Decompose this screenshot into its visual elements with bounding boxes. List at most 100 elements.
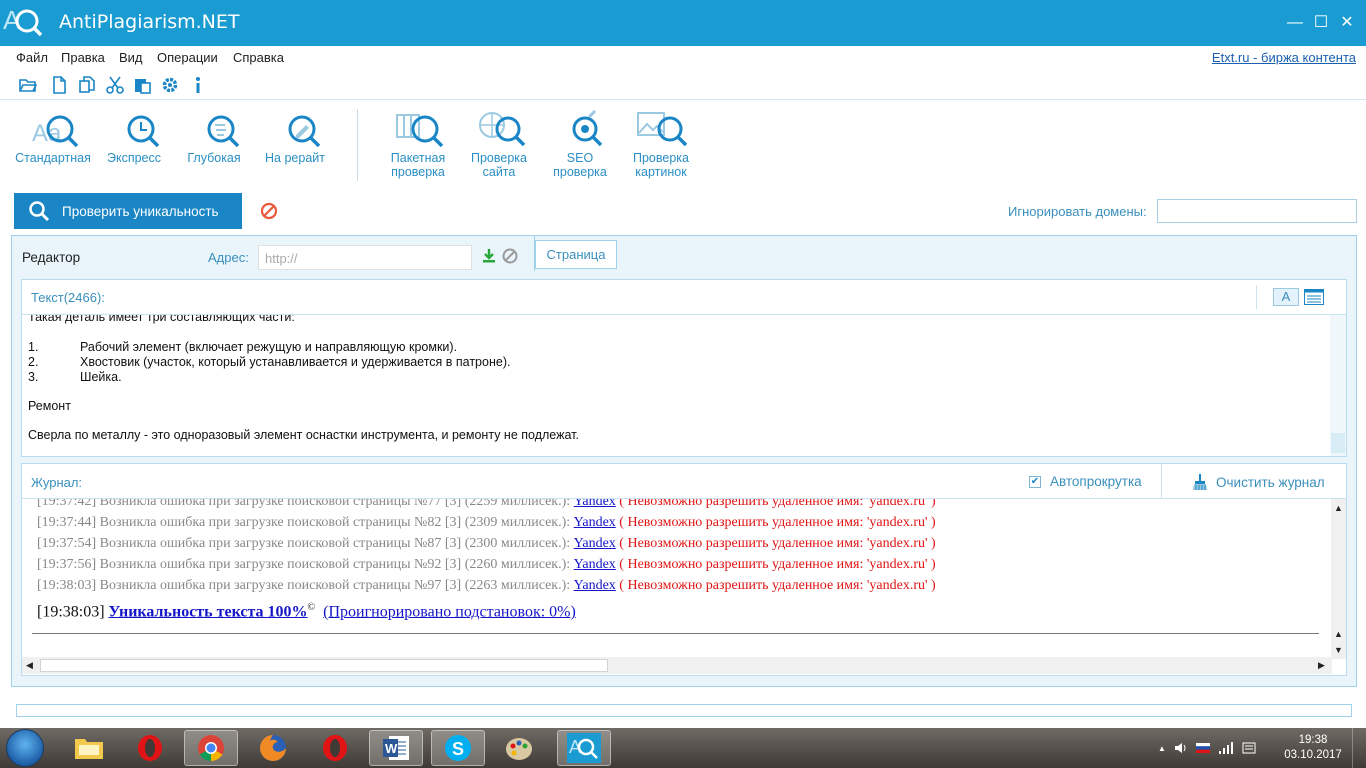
image-check-tool[interactable]: Проверка картинок [616, 107, 706, 179]
scroll-right-icon[interactable]: ▶ [1318, 660, 1325, 671]
express-check-tool[interactable]: Экспресс [89, 107, 179, 165]
scroll-left-icon[interactable]: ◀ [26, 660, 33, 671]
log-entry-link[interactable]: Yandex [574, 499, 616, 509]
svg-text:W: W [385, 741, 398, 756]
scroll-down-icon[interactable]: ▼ [1334, 645, 1343, 655]
log-entry-link[interactable]: Yandex [574, 578, 616, 593]
uniqueness-result-link[interactable]: Уникальность текста 100% [109, 603, 308, 620]
address-input[interactable]: http:// [258, 245, 472, 270]
open-folder-icon[interactable] [19, 76, 37, 94]
etxt-link[interactable]: Etxt.ru - биржа контента [1212, 50, 1356, 65]
cancel-icon[interactable] [502, 248, 518, 264]
network-signal-icon[interactable] [1218, 742, 1234, 754]
deep-check-icon [207, 115, 240, 147]
opera-icon-2[interactable] [308, 730, 362, 766]
word-icon[interactable]: W [369, 730, 423, 766]
menu-bar: Файл Правка Вид Операции Справка Etxt.ru… [0, 46, 1366, 70]
menu-help[interactable]: Справка [233, 50, 284, 65]
windows-taskbar: W S A ▲ 19:38 03.10.2017 [0, 728, 1366, 768]
log-entry: [19:37:42] Возникла ошибка при загрузке … [37, 499, 936, 510]
stop-icon[interactable] [260, 202, 278, 220]
download-icon[interactable] [481, 248, 497, 264]
ignored-substitutions-link[interactable]: (Проигнорировано подстановок: 0%) [323, 603, 576, 620]
file-explorer-icon[interactable] [62, 730, 116, 766]
window-title: AntiPlagiarism.NET [59, 11, 240, 33]
rewrite-check-label: На рерайт [265, 151, 325, 165]
log-hscroll-thumb[interactable] [40, 659, 608, 672]
minimize-button[interactable]: — [1284, 12, 1306, 34]
text-scrollbar[interactable] [1330, 315, 1346, 456]
text-line: Ремонт [28, 399, 71, 413]
list-view-icon[interactable] [1304, 289, 1324, 305]
clear-log-label: Очистить журнал [1216, 474, 1325, 490]
svg-text:S: S [452, 739, 464, 759]
scroll-up-icon[interactable]: ▲ [1334, 503, 1343, 513]
maximize-button[interactable]: ☐ [1310, 12, 1332, 34]
menu-file[interactable]: Файл [16, 50, 48, 65]
site-check-label-1: Проверка [471, 151, 527, 165]
info-icon[interactable] [189, 76, 207, 94]
text-view-icon[interactable]: A [1273, 288, 1299, 306]
new-file-icon[interactable] [50, 76, 68, 94]
tab-page[interactable]: Страница [535, 240, 617, 269]
log-horizontal-scrollbar[interactable]: ◀ ▶ [22, 657, 1332, 674]
close-button[interactable]: ✕ [1336, 12, 1358, 34]
batch-check-tool[interactable]: Пакетная проверка [373, 107, 463, 179]
menu-operations[interactable]: Операции [157, 50, 218, 65]
autoscroll-toggle[interactable]: ✔ Автопрокрутка [1029, 474, 1142, 489]
site-check-tool[interactable]: Проверка сайта [454, 107, 544, 179]
text-scroll-thumb[interactable] [1331, 433, 1345, 453]
progress-bar [16, 704, 1352, 717]
log-header: Журнал: ✔ Автопрокрутка Очистить журнал [22, 464, 1346, 499]
action-center-icon[interactable] [1242, 741, 1256, 755]
chrome-icon[interactable] [184, 730, 238, 766]
seo-check-label-1: SEO [566, 151, 594, 165]
clear-log-button[interactable]: Очистить журнал [1188, 473, 1325, 491]
skype-icon[interactable]: S [431, 730, 485, 766]
broom-icon [1193, 474, 1207, 490]
log-vertical-scrollbar[interactable]: ▲ ▲ ▼ [1331, 499, 1346, 659]
copy-icon[interactable] [78, 76, 96, 94]
tray-expand-icon[interactable]: ▲ [1158, 744, 1166, 753]
settings-icon[interactable] [161, 76, 179, 94]
paint-icon[interactable] [492, 730, 546, 766]
standard-check-tool[interactable]: Aa Стандартная [8, 107, 98, 165]
clock[interactable]: 19:38 03.10.2017 [1282, 733, 1344, 763]
start-button[interactable] [6, 729, 44, 767]
language-flag-icon[interactable] [1195, 743, 1210, 753]
small-toolbar [0, 70, 1366, 100]
site-check-icon [479, 112, 526, 147]
image-check-label-1: Проверка [633, 151, 689, 165]
text-line-number: 1. [28, 340, 39, 354]
autoscroll-checkbox[interactable]: ✔ [1029, 475, 1041, 488]
scroll-up-icon-2[interactable]: ▲ [1334, 629, 1343, 639]
system-tray: ▲ [1158, 740, 1256, 756]
tab-editor-label: Редактор [22, 250, 81, 265]
menu-view[interactable]: Вид [119, 50, 143, 65]
text-line-content: Шейка. [80, 370, 122, 384]
log-entry-link[interactable]: Yandex [574, 557, 616, 572]
express-check-label: Экспресс [106, 151, 162, 165]
text-line-content: Сверла по металлу - это одноразовый элем… [28, 428, 579, 442]
log-divider [32, 633, 1319, 634]
firefox-icon[interactable] [246, 730, 300, 766]
show-desktop-button[interactable] [1352, 728, 1366, 768]
seo-check-tool[interactable]: SEO проверка [535, 107, 625, 179]
antiplagiarism-icon[interactable]: A [557, 730, 611, 766]
check-uniqueness-button[interactable]: Проверить уникальность [14, 193, 242, 229]
menu-edit[interactable]: Правка [61, 50, 105, 65]
cut-icon[interactable] [106, 76, 124, 94]
rewrite-check-tool[interactable]: На рерайт [250, 107, 340, 165]
toolbar-separator [357, 109, 358, 181]
rewrite-check-icon [288, 115, 321, 147]
opera-icon[interactable] [123, 730, 177, 766]
ignore-domains-input[interactable] [1157, 199, 1357, 223]
log-entry-link[interactable]: Yandex [574, 536, 616, 551]
paste-icon[interactable] [134, 76, 152, 94]
text-editor[interactable]: Такая деталь имеет три составляющих част… [28, 315, 1328, 455]
deep-check-tool[interactable]: Глубокая [169, 107, 259, 165]
log-entry-link[interactable]: Yandex [574, 515, 616, 530]
volume-icon[interactable] [1174, 742, 1188, 754]
log-entry-error: ( Невозможно разрешить удаленное имя: 'y… [615, 515, 936, 530]
log-title: Журнал: [31, 475, 83, 490]
